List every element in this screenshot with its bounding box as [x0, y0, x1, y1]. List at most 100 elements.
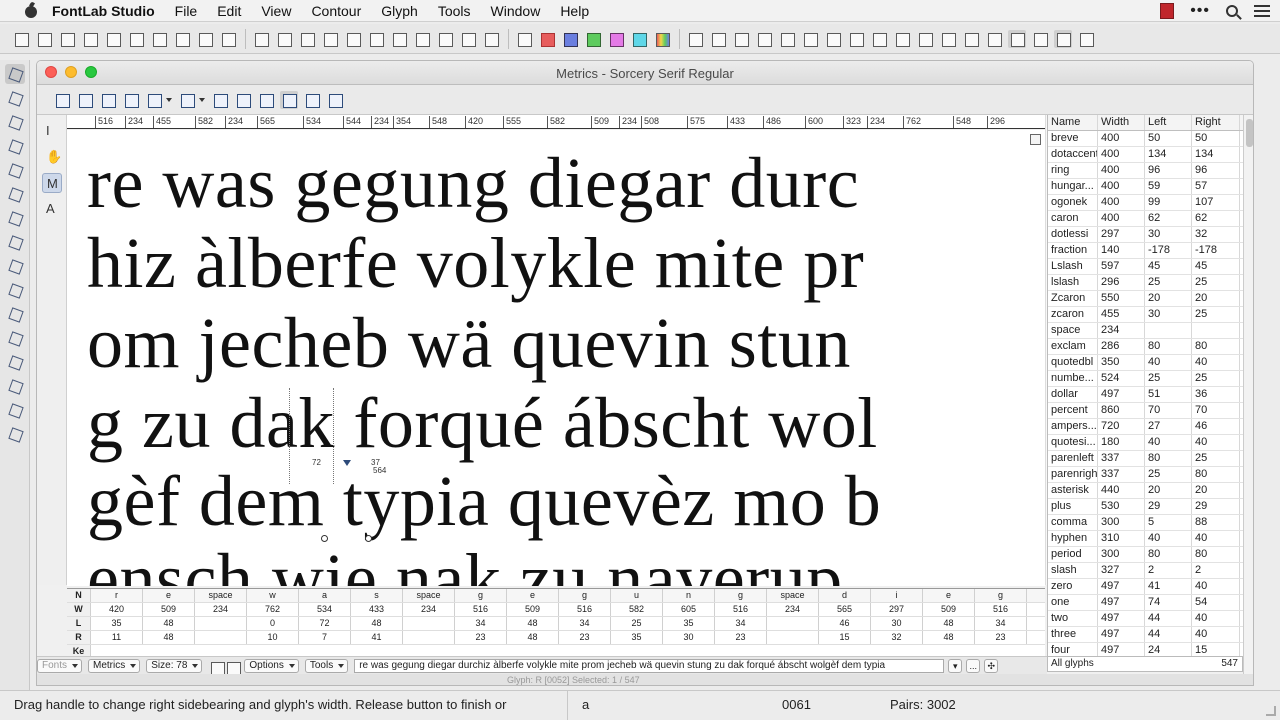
scale-tool-icon[interactable]	[5, 328, 25, 348]
notification-center-icon[interactable]	[1254, 5, 1270, 17]
glyph-marker-icon[interactable]	[343, 460, 351, 466]
metrics-cell[interactable]: 35	[663, 617, 715, 630]
panel-options-icon[interactable]	[326, 91, 344, 109]
paste-icon[interactable]	[150, 30, 168, 48]
classes-icon[interactable]	[367, 30, 385, 48]
mark-red-icon[interactable]	[538, 30, 556, 48]
table-row[interactable]: plus 530 29 29	[1048, 499, 1243, 515]
metrics-cell[interactable]: 30	[663, 631, 715, 644]
cut-icon[interactable]	[104, 30, 122, 48]
metrics-cell[interactable]: 433	[351, 603, 403, 616]
redo-icon[interactable]	[196, 30, 214, 48]
size-dropdown[interactable]: Size: 78	[146, 658, 203, 673]
menu-contour[interactable]: Contour	[311, 3, 361, 19]
metrics-cell[interactable]: 30	[871, 617, 923, 630]
mark-blue-icon[interactable]	[561, 30, 579, 48]
fonts-dropdown[interactable]: Fonts	[37, 658, 83, 673]
guides-icon[interactable]	[709, 30, 727, 48]
mark-none-icon[interactable]	[515, 30, 533, 48]
table-row[interactable]: slash 327 2 2	[1048, 563, 1243, 579]
table-row[interactable]: ampers... 720 27 46	[1048, 419, 1243, 435]
slant-tool-icon[interactable]	[5, 352, 25, 372]
fill-icon[interactable]	[1031, 30, 1049, 48]
menu-help[interactable]: Help	[560, 3, 589, 19]
auto-metrics-icon[interactable]	[53, 91, 71, 109]
opentype-icon[interactable]	[344, 30, 362, 48]
mark-green-icon[interactable]	[584, 30, 602, 48]
kerning-icon[interactable]	[321, 30, 339, 48]
bezier-tool-icon[interactable]	[5, 208, 25, 228]
save-all-icon[interactable]	[81, 30, 99, 48]
menu-tools[interactable]: Tools	[438, 3, 471, 19]
mark-cyan-icon[interactable]	[630, 30, 648, 48]
font-info-icon[interactable]	[275, 30, 293, 48]
eraser-tool-icon[interactable]	[5, 88, 25, 108]
metrics-cell[interactable]: 516	[455, 603, 507, 616]
table-row[interactable]: hungar... 400 59 57	[1048, 179, 1243, 195]
metrics-cell[interactable]: d	[819, 589, 871, 602]
metrics-cell[interactable]: 534	[299, 603, 351, 616]
tools-dropdown[interactable]: Tools	[304, 658, 349, 673]
metrics-cell[interactable]: g	[455, 589, 507, 602]
metrics-cell[interactable]: 516	[559, 603, 611, 616]
table-row[interactable]: hyphen 310 40 40	[1048, 531, 1243, 547]
column-header-name[interactable]: Name	[1048, 115, 1098, 130]
save-icon[interactable]	[58, 30, 76, 48]
open-file-icon[interactable]	[35, 30, 53, 48]
menu-edit[interactable]: Edit	[217, 3, 241, 19]
table-row[interactable]: dotlessi 297 30 32	[1048, 227, 1243, 243]
table-row[interactable]: percent 860 70 70	[1048, 403, 1243, 419]
metrics-cell[interactable]: 23	[975, 631, 1027, 644]
column-header-width[interactable]: Width	[1098, 115, 1145, 130]
metrics-cell[interactable]: 46	[819, 617, 871, 630]
table-row[interactable]: lslash 296 25 25	[1048, 275, 1243, 291]
preview-icon[interactable]	[1008, 29, 1026, 48]
metrics-cell[interactable]: 234	[403, 603, 455, 616]
clear-metrics-icon[interactable]	[99, 91, 117, 109]
table-row[interactable]: period 300 80 80	[1048, 547, 1243, 563]
metrics-cell[interactable]: 35	[611, 631, 663, 644]
metrics-cell[interactable]: 516	[715, 603, 767, 616]
metrics-cell[interactable]: space	[403, 589, 455, 602]
sample-text-line[interactable]: hiz àlberfe volykle mite pr	[87, 222, 864, 305]
snap-guides-icon[interactable]	[732, 30, 750, 48]
table-row[interactable]: dotaccent 400 134 134	[1048, 147, 1243, 163]
metrics-cell[interactable]: 582	[611, 603, 663, 616]
undo-icon[interactable]	[173, 30, 191, 48]
metrics-cell[interactable]	[195, 617, 247, 630]
bounding-box-icon[interactable]	[755, 30, 773, 48]
table-row[interactable]: Zcaron 550 20 20	[1048, 291, 1243, 307]
ellipse-tool-icon[interactable]	[5, 280, 25, 300]
glyph-window-icon[interactable]	[390, 30, 408, 48]
metrics-cell[interactable]: 509	[507, 603, 559, 616]
resize-grip-icon[interactable]	[1266, 706, 1276, 716]
metrics-cell[interactable]: g	[559, 589, 611, 602]
metrics-cell[interactable]: 23	[715, 631, 767, 644]
glyph-filter-field[interactable]: All glyphs 547	[1047, 656, 1243, 672]
metrics-canvas[interactable]: re was gegung diegar durc hiz àlberfe vo…	[67, 130, 1045, 586]
fontlab-status-icon[interactable]	[1160, 3, 1175, 19]
metrics-cell[interactable]: n	[663, 589, 715, 602]
metrics-cell[interactable]: e	[143, 589, 195, 602]
metrics-cell[interactable]: 48	[923, 617, 975, 630]
zones-icon[interactable]	[801, 30, 819, 48]
metrics-tool-icon[interactable]: M	[42, 173, 62, 193]
metrics-cell[interactable]: 234	[195, 603, 247, 616]
metrics-cell[interactable]: 72	[299, 617, 351, 630]
menu-window[interactable]: Window	[491, 3, 541, 19]
sample-text-input[interactable]: re was gegung diegar durchiz àlberfe vol…	[354, 658, 945, 673]
metrics-cell[interactable]: 41	[351, 631, 403, 644]
metrics-cell[interactable]: g	[975, 589, 1027, 602]
metrics-lines-icon[interactable]	[778, 30, 796, 48]
table-row[interactable]: zcaron 455 30 25	[1048, 307, 1243, 323]
metrics-cell[interactable]: 516	[975, 603, 1027, 616]
hand-tool-icon[interactable]: ✋	[42, 147, 62, 167]
metrics-cell[interactable]: a	[299, 589, 351, 602]
apple-icon[interactable]	[22, 4, 40, 18]
glyph-table-scrollbar[interactable]	[1243, 115, 1253, 675]
table-row[interactable]: ring 400 96 96	[1048, 163, 1243, 179]
metrics-cell[interactable]: 11	[91, 631, 143, 644]
metrics-cell[interactable]	[195, 631, 247, 644]
sample-text-line[interactable]: g zu dak forqué ábscht wol	[87, 382, 878, 465]
metrics-cell[interactable]: 48	[507, 617, 559, 630]
